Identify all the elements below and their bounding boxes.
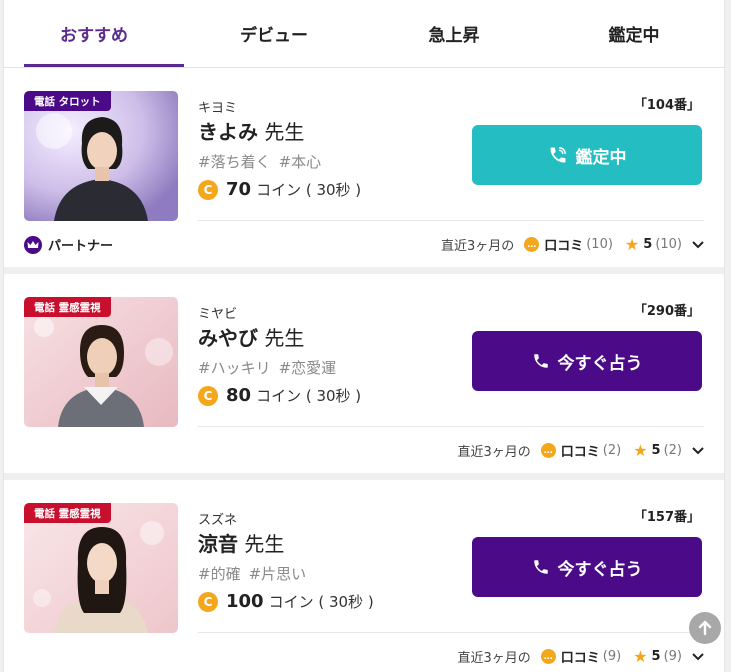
card-gap xyxy=(4,267,724,274)
category-label: 電話 タロット xyxy=(24,91,111,111)
tag[interactable]: #的確 xyxy=(198,565,241,583)
tag[interactable]: #ハッキリ xyxy=(198,359,271,377)
partner-label: パートナー xyxy=(48,239,114,254)
star-icon: ★ xyxy=(633,647,648,666)
teller-number: 「290番」 xyxy=(633,304,700,319)
chevron-down-icon[interactable] xyxy=(692,240,704,249)
review-label: 口コミ xyxy=(560,445,600,460)
period-label: 直近3ヶ月の xyxy=(457,651,531,666)
fortune-teller-card: 電話 タロット キヨミ きよみ 先生 #落ち着く #本心 C 70 コイン ( 3… xyxy=(4,68,724,267)
coin-icon: C xyxy=(198,591,218,612)
star-icon: ★ xyxy=(624,235,640,254)
price-unit: コイン ( 30秒 ) xyxy=(256,387,362,405)
price-unit: コイン ( 30秒 ) xyxy=(256,181,362,199)
teller-name-text: みやび xyxy=(198,326,258,350)
card-gap xyxy=(4,473,724,480)
teller-price: C 70 コイン ( 30秒 ) xyxy=(198,179,361,200)
crown-icon xyxy=(24,235,42,254)
coin-icon: C xyxy=(198,385,218,406)
teller-kana: ミヤビ xyxy=(198,307,238,322)
teller-kana: スズネ xyxy=(198,513,238,528)
teller-name[interactable]: きよみ 先生 xyxy=(198,116,304,145)
fortune-teller-card: 電話 霊感霊視 スズネ 涼音 先生 #的確 #片思い C 100 コイン ( 30… xyxy=(4,480,724,672)
teller-name-text: きよみ xyxy=(198,120,258,144)
tag[interactable]: #片思い xyxy=(249,565,307,583)
rating-score: 5 xyxy=(651,649,661,664)
button-label: 今すぐ占う xyxy=(557,353,643,374)
card-divider xyxy=(198,220,704,221)
tag[interactable]: #恋愛運 xyxy=(279,359,337,377)
rating-score: 5 xyxy=(643,237,653,252)
review-label: 口コミ xyxy=(560,651,600,666)
teller-name-text: 涼音 xyxy=(198,532,238,556)
tab-bar: おすすめ デビュー 急上昇 鑑定中 xyxy=(4,0,724,68)
button-label: 鑑定中 xyxy=(575,147,627,168)
rating-score: 5 xyxy=(651,443,661,458)
chevron-down-icon[interactable] xyxy=(692,652,704,661)
teller-photo[interactable]: 電話 霊感霊視 xyxy=(24,297,178,427)
category-label: 電話 霊感霊視 xyxy=(24,503,111,523)
card-divider xyxy=(198,632,704,633)
review-count: (10) xyxy=(586,237,613,252)
price-amount: 70 xyxy=(226,179,252,200)
teller-name[interactable]: みやび 先生 xyxy=(198,322,304,351)
period-label: 直近3ヶ月の xyxy=(457,445,531,460)
card-divider xyxy=(198,426,704,427)
teller-number: 「157番」 xyxy=(633,510,700,525)
phone-icon xyxy=(533,560,548,574)
chat-bubble-icon: … xyxy=(540,649,556,664)
price-amount: 80 xyxy=(226,385,252,406)
teller-number: 「104番」 xyxy=(633,98,700,113)
period-label: 直近3ヶ月の xyxy=(440,239,515,254)
review-label: 口コミ xyxy=(544,239,584,254)
coin-icon: C xyxy=(198,179,218,200)
partner-badge: パートナー xyxy=(24,235,113,254)
review-stats[interactable]: 直近3ヶ月の … 口コミ (2) ★ 5 (2) xyxy=(457,441,704,460)
consult-now-button[interactable]: 今すぐ占う xyxy=(472,331,702,391)
rating-count: (9) xyxy=(663,649,682,664)
tag[interactable]: #本心 xyxy=(279,153,322,171)
teller-price: C 80 コイン ( 30秒 ) xyxy=(198,385,361,406)
teller-honorific: 先生 xyxy=(264,120,305,144)
chat-bubble-icon: … xyxy=(524,237,540,252)
fortune-teller-card: 電話 霊感霊視 ミヤビ みやび 先生 #ハッキリ #恋愛運 C 80 コイン ( … xyxy=(4,274,724,473)
review-count: (2) xyxy=(602,443,622,458)
chevron-down-icon[interactable] xyxy=(692,446,704,455)
teller-kana: キヨミ xyxy=(198,101,238,116)
arrow-up-icon xyxy=(698,620,712,636)
teller-tags: #的確 #片思い xyxy=(198,563,306,584)
category-label: 電話 霊感霊視 xyxy=(24,297,111,317)
in-session-button[interactable]: 鑑定中 xyxy=(472,125,702,185)
tab-in-session[interactable]: 鑑定中 xyxy=(544,0,724,67)
teller-honorific: 先生 xyxy=(264,326,305,350)
phone-busy-icon xyxy=(550,147,566,163)
phone-icon xyxy=(533,354,548,368)
fortune-teller-list-page: おすすめ デビュー 急上昇 鑑定中 電話 タロット キヨミ きよみ 先生 #落ち… xyxy=(3,0,725,672)
tab-rising[interactable]: 急上昇 xyxy=(364,0,544,67)
review-count: (9) xyxy=(602,649,622,664)
tag[interactable]: #落ち着く xyxy=(198,153,271,171)
teller-photo[interactable]: 電話 タロット xyxy=(24,91,178,221)
teller-tags: #落ち着く #本心 xyxy=(198,151,321,172)
rating-count: (10) xyxy=(655,237,682,252)
teller-honorific: 先生 xyxy=(244,532,285,556)
price-amount: 100 xyxy=(226,591,264,612)
review-stats[interactable]: 直近3ヶ月の … 口コミ (9) ★ 5 (9) xyxy=(457,647,704,666)
consult-now-button[interactable]: 今すぐ占う xyxy=(472,537,702,597)
teller-name[interactable]: 涼音 先生 xyxy=(198,528,284,557)
star-icon: ★ xyxy=(633,441,648,460)
button-label: 今すぐ占う xyxy=(557,559,643,580)
chat-bubble-icon: … xyxy=(540,443,556,458)
price-unit: コイン ( 30秒 ) xyxy=(268,593,374,611)
teller-price: C 100 コイン ( 30秒 ) xyxy=(198,591,374,612)
teller-tags: #ハッキリ #恋愛運 xyxy=(198,357,336,378)
scroll-to-top-button[interactable] xyxy=(689,612,721,644)
review-stats[interactable]: 直近3ヶ月の … 口コミ (10) ★ 5 (10) xyxy=(441,235,704,254)
rating-count: (2) xyxy=(663,443,682,458)
tab-debut[interactable]: デビュー xyxy=(184,0,364,67)
teller-photo[interactable]: 電話 霊感霊視 xyxy=(24,503,178,633)
tab-recommended[interactable]: おすすめ xyxy=(4,0,184,67)
